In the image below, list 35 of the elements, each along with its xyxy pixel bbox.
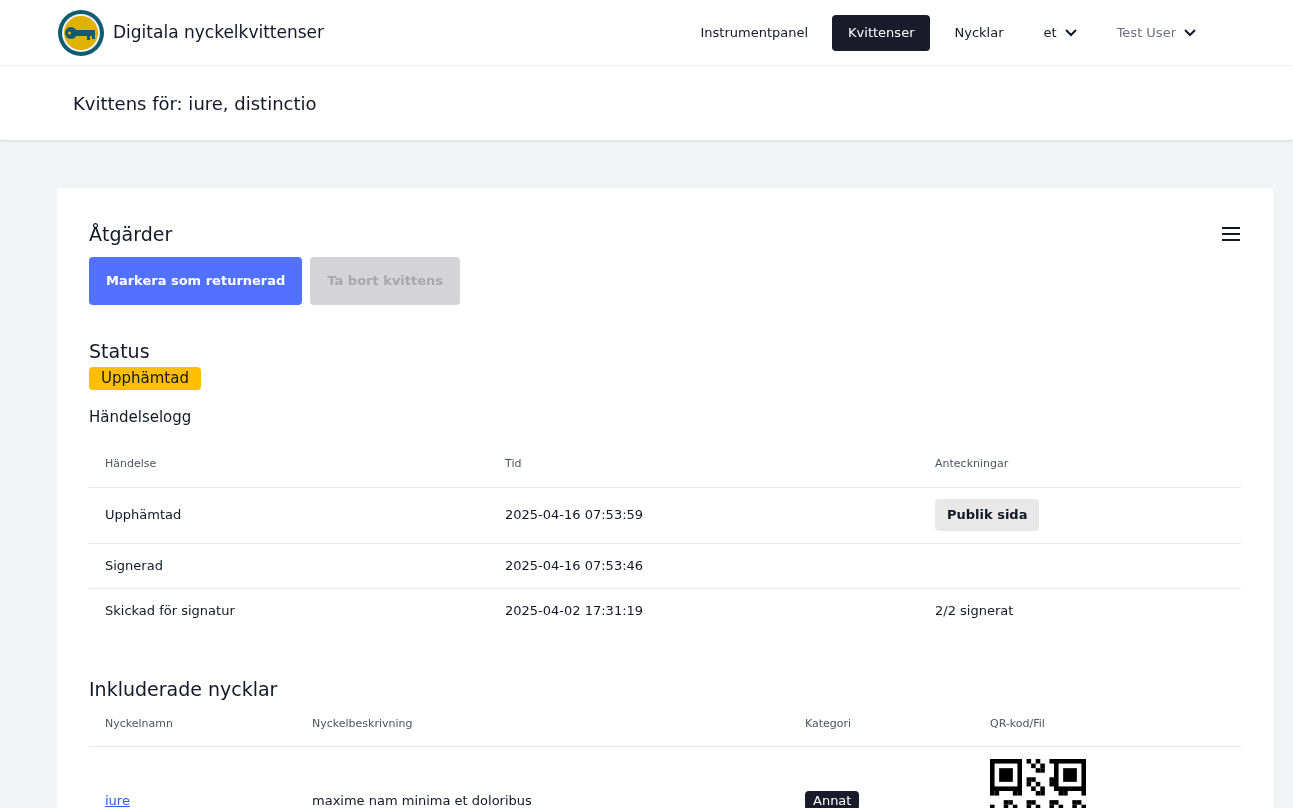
public-page-button[interactable]: Publik sida [935, 499, 1040, 531]
nav-link[interactable]: Kvittenser [832, 14, 931, 51]
chevron-down-icon [1064, 28, 1077, 37]
action-button[interactable]: Markera som returnerad [89, 256, 303, 305]
subsection-title: Händelselogg [89, 406, 193, 428]
table-cell: 2025-04-16 07:53:46 [489, 543, 919, 588]
column-header: Nyckelnamn [89, 715, 296, 747]
user-menu[interactable]: Test User [1100, 14, 1212, 51]
nav-link[interactable]: Instrumentpanel [684, 14, 825, 51]
nav-link[interactable]: Nycklar [938, 14, 1020, 51]
language-menu[interactable]: et [1027, 14, 1093, 51]
table-cell: Skickad för signatur [89, 588, 489, 633]
key-logo-icon [57, 8, 105, 57]
category-tag: Annat [805, 791, 860, 808]
app-name: Digitala nyckelkvittenser [113, 20, 325, 44]
table-cell: 2/2 signerat [935, 603, 1014, 618]
column-header: Anteckningar [919, 456, 1241, 487]
section-title: Åtgärder [89, 222, 173, 247]
table-cell: maxime nam minima et doloribus [296, 746, 789, 808]
section-title: Inkluderade nycklar [89, 677, 279, 702]
chevron-down-icon [1184, 28, 1196, 37]
menu-icon[interactable] [1221, 227, 1241, 242]
key-name-link[interactable]: iure [105, 793, 130, 808]
section-title: Status [89, 338, 151, 363]
table-cell: Upphämtad [89, 487, 489, 543]
column-header: Kategori [789, 715, 974, 747]
column-header: Nyckelbeskrivning [296, 715, 789, 747]
status-badge: Upphämtad [89, 366, 201, 390]
table-cell: 2025-04-16 07:53:59 [489, 487, 919, 543]
page-title: Kvittens för: iure, distinctio [73, 91, 317, 116]
table-cell: Signerad [89, 543, 489, 588]
table-cell: 2025-04-02 17:31:19 [489, 588, 919, 633]
column-header: Händelse [89, 456, 489, 487]
column-header: Tid [489, 456, 919, 487]
column-header: QR-kod/Fil [974, 715, 1241, 747]
